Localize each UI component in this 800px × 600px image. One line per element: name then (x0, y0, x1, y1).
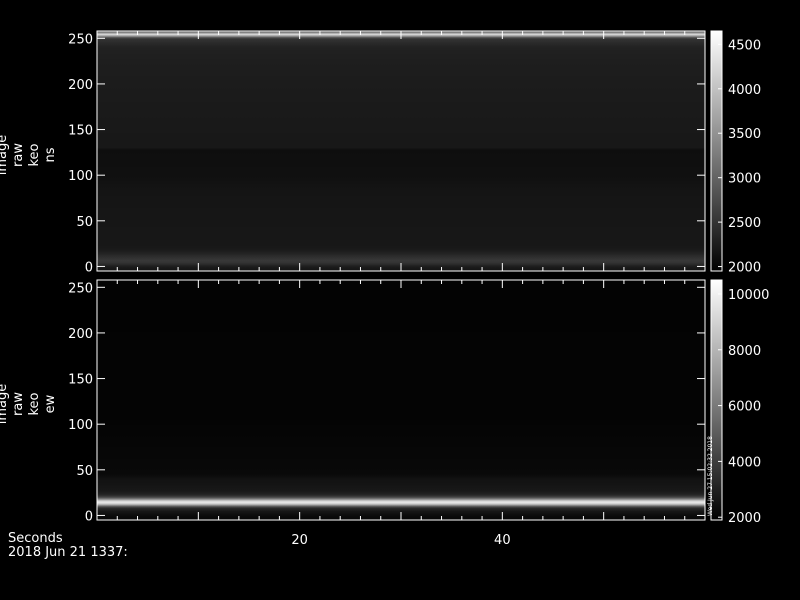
top-colorbar-tick-label: 2500 (728, 216, 761, 231)
top-y-tick-label: 100 (68, 169, 93, 184)
bottom-y-tick-label: 250 (68, 281, 93, 296)
top-y-tick-label: 150 (68, 124, 93, 139)
bottom-y-tick-label: 0 (85, 509, 93, 524)
bottom-y-tick-label: 100 (68, 418, 93, 433)
top-y-tick-label: 0 (85, 260, 93, 275)
top-y-tick-label: 250 (68, 32, 93, 47)
date-label: 2018 Jun 21 1337: (8, 545, 128, 560)
top-colorbar (710, 30, 723, 272)
bottom-colorbar-tick-label: 6000 (728, 400, 761, 415)
bottom-keogram-image (97, 280, 705, 520)
top-y-axis-title-ns: ns (43, 147, 58, 162)
bottom-y-axis-title-raw: raw (11, 392, 26, 416)
bottom-y-tick-label: 200 (68, 327, 93, 342)
top-colorbar-tick-label: 4000 (728, 83, 761, 98)
bottom-y-tick-label: 150 (68, 373, 93, 388)
bottom-panel: 0 50 100 150 200 250 image raw keo ew 2000 4000 6000… (0, 279, 769, 548)
bottom-colorbar-timestamp: Wed Jun 27 15:02:32 2018 (707, 436, 714, 516)
top-colorbar-tick-label: 4500 (728, 38, 761, 53)
bottom-y-axis-title-keo: keo (27, 392, 42, 415)
top-y-tick-label: 200 (68, 78, 93, 93)
top-y-tick-label: 50 (76, 215, 93, 230)
x-tick-label: 40 (494, 533, 511, 548)
top-colorbar-tick-label: 3500 (728, 127, 761, 142)
top-keogram-image (97, 31, 705, 271)
top-y-axis-title-raw: raw (11, 143, 26, 167)
keogram-figure: 050100150200250image raw keo ns200025003000… (0, 30, 769, 548)
bottom-colorbar-tick-label: 8000 (728, 344, 761, 359)
bottom-y-tick-label: 50 (76, 464, 93, 479)
top-colorbar-tick-label: 3000 (728, 172, 761, 187)
top-y-axis-title-keo: keo (27, 143, 42, 166)
top-panel: 0 50 100 150 200 250 image raw keo ns 2000 2500 3000… (0, 30, 761, 276)
bottom-y-axis-title-ew: ew (43, 394, 58, 413)
bottom-colorbar-tick-label: 4000 (728, 455, 761, 470)
bottom-colorbar-tick-label: 10000 (728, 288, 769, 303)
x-axis-title: Seconds (8, 531, 63, 546)
x-tick-label: 20 (291, 533, 308, 548)
bottom-y-axis-title-image: image (0, 384, 10, 425)
bottom-colorbar-tick-label: 2000 (728, 511, 761, 526)
top-y-axis-title-image: image (0, 135, 10, 176)
top-colorbar-tick-label: 2000 (728, 261, 761, 276)
